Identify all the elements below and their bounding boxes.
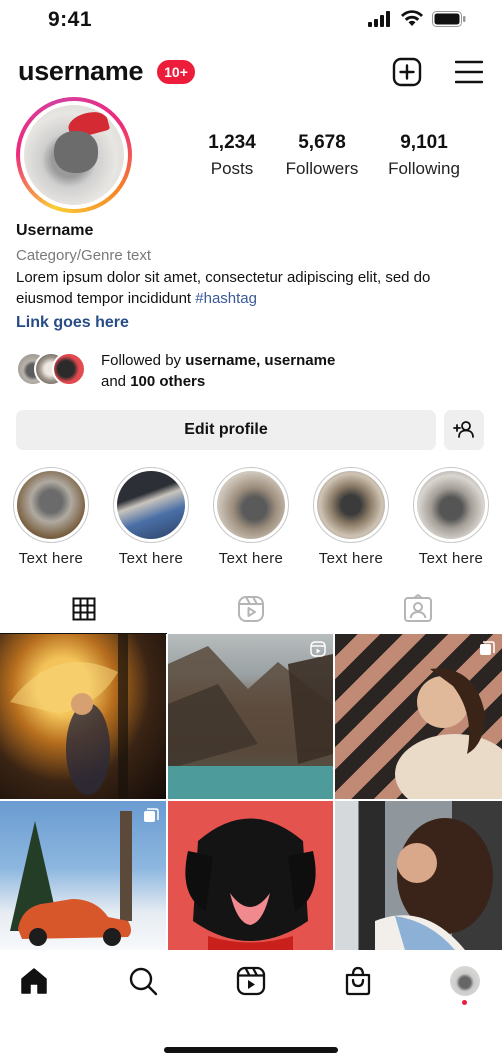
stat-value: 9,101 — [400, 132, 448, 153]
story-highlight[interactable]: Text here — [309, 467, 393, 567]
highlight-photo — [417, 471, 485, 539]
nav-home[interactable] — [17, 964, 51, 998]
hamburger-menu-icon — [454, 60, 484, 84]
post-thumbnail[interactable] — [168, 634, 333, 799]
stat-value: 1,234 — [208, 132, 256, 153]
highlight-photo — [117, 471, 185, 539]
post-photo-mountain-lake — [168, 646, 333, 799]
avatar-photo — [24, 105, 124, 205]
profile-header: username 10+ — [0, 54, 502, 92]
shopping-bag-icon — [345, 966, 371, 996]
post-photo-car — [10, 811, 132, 946]
tab-reels[interactable] — [167, 585, 334, 633]
story-highlight[interactable]: Text here — [409, 467, 493, 567]
stat-followers[interactable]: 5,678 Followers — [272, 132, 372, 179]
follower-avatar — [52, 352, 86, 386]
highlight-label: Text here — [118, 550, 184, 567]
bio-category: Category/Genre text — [16, 247, 152, 264]
tab-tagged[interactable] — [334, 585, 501, 633]
bio-name: Username — [16, 222, 94, 239]
post-photo-dog — [185, 818, 316, 950]
edit-profile-button[interactable]: Edit profile — [16, 410, 436, 450]
wifi-icon — [401, 10, 423, 26]
profile-bio: Username Category/Genre text Lorem ipsum… — [16, 222, 486, 332]
post-thumbnail[interactable] — [0, 801, 166, 950]
grid-icon — [72, 597, 95, 621]
carousel-icon — [480, 641, 495, 655]
followed-by[interactable]: Followed by username, username and 100 o… — [16, 350, 486, 392]
profile-tabs — [0, 585, 502, 634]
post-thumbnail[interactable] — [335, 634, 502, 799]
stat-posts[interactable]: 1,234 Posts — [182, 132, 282, 179]
highlight-photo — [17, 471, 85, 539]
home-indicator — [164, 1047, 338, 1053]
reels-icon — [236, 966, 266, 996]
add-person-icon — [453, 421, 474, 438]
status-time: 9:41 — [48, 8, 93, 31]
stat-label: Following — [388, 159, 460, 178]
status-bar: 9:41 — [0, 0, 502, 42]
cellular-signal-icon — [368, 10, 390, 27]
stat-value: 5,678 — [298, 132, 346, 153]
stat-label: Posts — [210, 159, 254, 178]
tagged-icon — [403, 594, 432, 622]
reels-icon — [237, 596, 264, 622]
discover-people-button[interactable] — [444, 410, 484, 450]
post-thumbnail[interactable] — [168, 801, 333, 950]
nav-profile[interactable] — [448, 964, 482, 998]
stat-following[interactable]: 9,101 Following — [374, 132, 474, 179]
nav-search[interactable] — [126, 964, 160, 998]
followed-by-users[interactable]: username, username — [185, 352, 335, 369]
nav-shop[interactable] — [341, 964, 375, 998]
highlight-photo — [317, 471, 385, 539]
profile-avatar-icon — [450, 966, 480, 996]
post-thumbnail[interactable] — [335, 801, 502, 950]
highlight-photo — [217, 471, 285, 539]
header-username[interactable]: username — [18, 56, 143, 87]
notification-badge[interactable]: 10+ — [157, 60, 195, 84]
bio-link[interactable]: Link goes here — [16, 314, 486, 332]
highlight-label: Text here — [218, 550, 284, 567]
followed-by-avatars — [16, 352, 88, 388]
post-photo-umbrella — [10, 634, 128, 799]
highlight-label: Text here — [418, 550, 484, 567]
plus-square-icon — [392, 57, 422, 87]
followed-by-text: Followed by username, username and 100 o… — [101, 352, 336, 390]
search-icon — [129, 967, 158, 996]
battery-icon — [432, 10, 466, 27]
bottom-nav — [0, 950, 502, 1012]
story-highlight[interactable]: Text here — [109, 467, 193, 567]
story-highlight[interactable]: Text here — [209, 467, 293, 567]
tab-posts[interactable] — [0, 585, 167, 634]
nav-reels[interactable] — [234, 964, 268, 998]
highlight-label: Text here — [318, 550, 384, 567]
posts-grid — [0, 634, 502, 950]
post-photo-portrait — [395, 668, 502, 799]
story-highlight[interactable]: Text here — [9, 467, 93, 567]
reels-icon — [310, 641, 326, 657]
notification-dot — [462, 1000, 467, 1005]
carousel-icon — [144, 808, 159, 822]
followed-by-others[interactable]: 100 others — [130, 373, 205, 390]
new-post-button[interactable] — [392, 57, 422, 87]
stat-label: Followers — [285, 159, 359, 178]
highlight-label: Text here — [18, 550, 84, 567]
bio-hashtag[interactable]: #hashtag — [195, 290, 257, 307]
bio-text: Lorem ipsum dolor sit amet, consectetur … — [16, 267, 486, 309]
post-thumbnail[interactable] — [0, 634, 166, 799]
menu-button[interactable] — [454, 59, 484, 85]
home-icon — [21, 968, 47, 994]
profile-avatar[interactable] — [16, 97, 132, 213]
post-photo-curly-hair — [375, 818, 493, 950]
status-icons — [368, 10, 466, 27]
